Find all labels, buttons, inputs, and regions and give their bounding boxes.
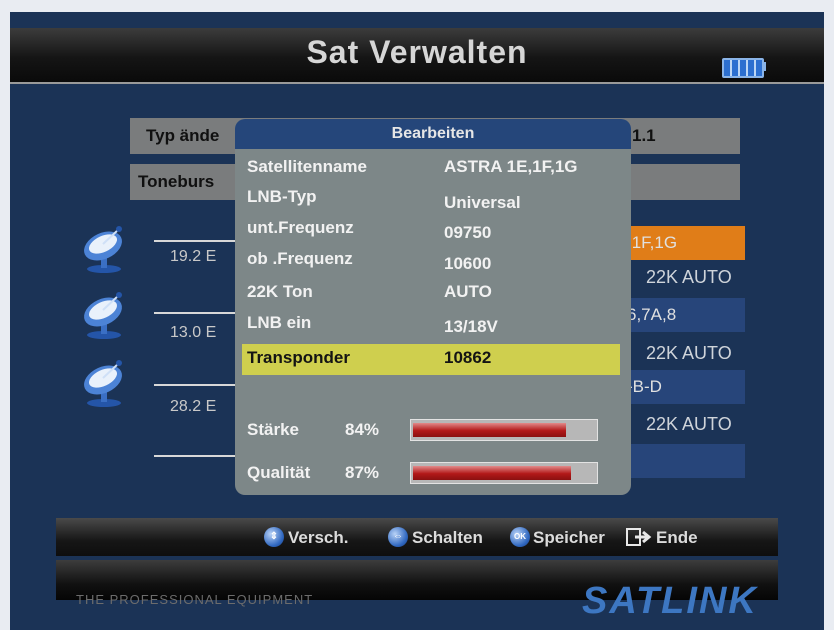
- toneburst-label: Toneburs: [138, 172, 215, 191]
- edit-dialog: Bearbeiten Satellitenname ASTRA 1E,1F,1G…: [235, 119, 631, 495]
- quality-label: Qualität: [247, 463, 311, 482]
- satellite-name: 6,7A,8: [627, 305, 677, 324]
- title-bar: Sat Verwalten: [10, 28, 824, 84]
- hint-move: Versch.: [288, 528, 349, 547]
- up-down-arrows-icon: ⇕: [264, 527, 284, 547]
- satellite-divider: [154, 240, 242, 242]
- field-value: ASTRA 1E,1F,1G: [444, 157, 578, 176]
- strength-bar: [410, 419, 598, 441]
- brand-logo: SATLINK: [582, 580, 758, 622]
- field-value: 13/18V: [444, 317, 498, 336]
- satellite-divider: [154, 455, 242, 457]
- satellite-name-cell[interactable]: 6,7A,8: [621, 298, 745, 332]
- field-value: 10862: [444, 348, 492, 367]
- field-label: unt.Frequenz: [247, 218, 354, 237]
- satellite-name: ,1F,1G: [627, 233, 678, 252]
- battery-icon: [722, 58, 764, 78]
- hint-switch: Schalten: [412, 528, 483, 547]
- page-title: Sat Verwalten: [306, 34, 528, 70]
- satellite-mode: 22K AUTO: [646, 414, 732, 434]
- tv-screen: Sat Verwalten Typ ände 1.1 Toneburs 19.2…: [10, 12, 824, 630]
- left-right-arrows-icon: ⇔: [388, 527, 408, 547]
- typ-value: 1.1: [632, 126, 656, 145]
- satellite-name: -B-D: [627, 377, 662, 396]
- satellite-dish-icon: [84, 292, 122, 339]
- strength-bar-fill: [413, 423, 566, 437]
- field-value: 10600: [444, 254, 492, 273]
- satellite-name-cell[interactable]: ,1F,1G: [621, 226, 745, 260]
- satellite-mode: 22K AUTO: [646, 267, 732, 287]
- ok-button-icon: OK: [510, 527, 530, 547]
- empty-row-cell: [621, 444, 745, 478]
- field-label: 22K Ton: [247, 282, 313, 301]
- hint-bar: ⇕ Versch. ⇔ Schalten OK Speicher Ende: [56, 518, 778, 556]
- satellite-position: 28.2 E: [170, 398, 217, 415]
- hint-exit: Ende: [656, 528, 698, 547]
- hint-save: Speicher: [533, 528, 605, 547]
- satellite-position: 19.2 E: [170, 248, 217, 265]
- strength-label: Stärke: [247, 420, 299, 439]
- typ-label: Typ ände: [146, 126, 220, 145]
- field-value: Universal: [444, 193, 521, 212]
- strength-percent: 84%: [345, 420, 380, 439]
- field-label: LNB-Typ: [247, 187, 317, 206]
- field-label: Satellitenname: [247, 157, 367, 176]
- satellite-mode: 22K AUTO: [646, 343, 732, 363]
- exit-arrow-icon: [626, 528, 652, 546]
- quality-percent: 87%: [345, 463, 380, 482]
- satellite-name-cell[interactable]: -B-D: [621, 370, 745, 404]
- field-label: ob .Frequenz: [247, 249, 353, 268]
- brand-slogan: THE PROFESSIONAL EQUIPMENT: [76, 592, 314, 607]
- quality-bar: [410, 462, 598, 484]
- satellite-divider: [154, 312, 242, 314]
- battery-tip: [762, 62, 766, 71]
- satellite-dish-icon: [84, 226, 122, 273]
- quality-bar-fill: [413, 466, 571, 480]
- satellite-divider: [154, 384, 242, 386]
- satellite-position: 13.0 E: [170, 324, 217, 341]
- field-label: Transponder: [247, 348, 350, 367]
- field-value: 09750: [444, 223, 492, 242]
- dialog-title: Bearbeiten: [235, 119, 631, 149]
- field-label: LNB ein: [247, 313, 312, 332]
- field-value: AUTO: [444, 282, 492, 301]
- satellite-dish-icon: [84, 360, 122, 407]
